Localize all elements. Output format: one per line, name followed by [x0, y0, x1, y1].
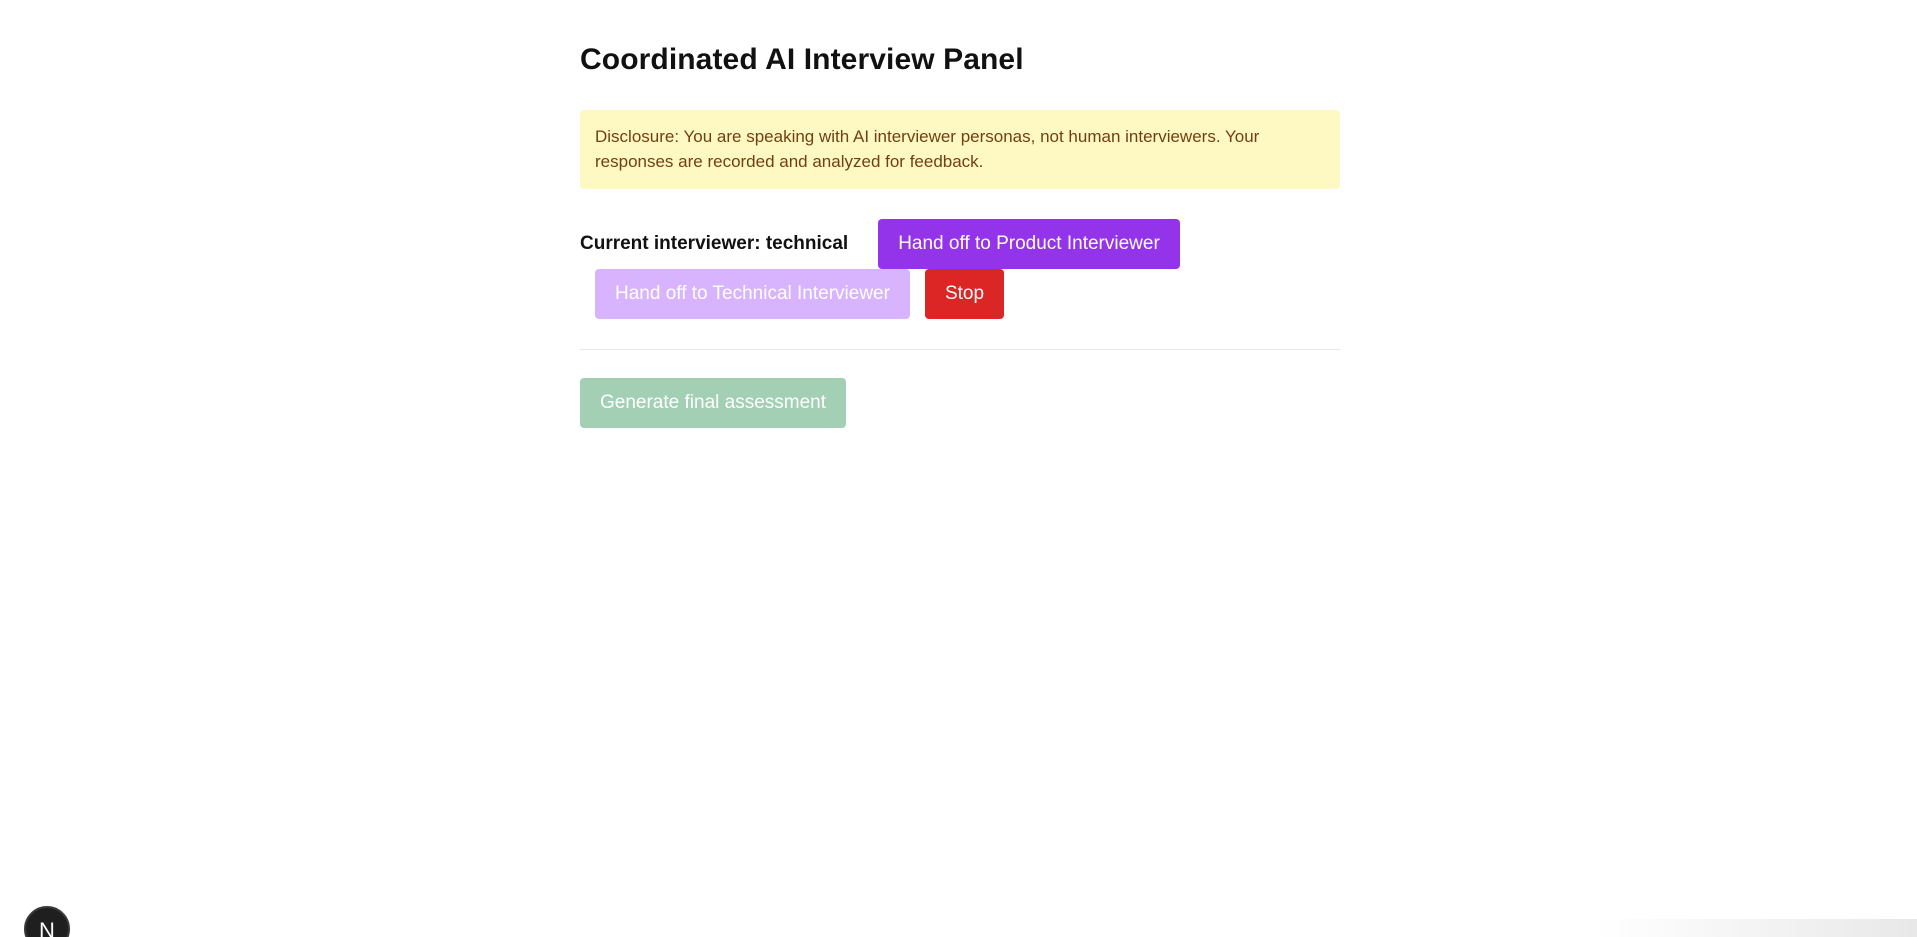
- section-divider: [580, 349, 1340, 350]
- corner-shadow: [1597, 919, 1917, 937]
- handoff-technical-button[interactable]: Hand off to Technical Interviewer: [595, 269, 910, 319]
- interviewer-controls: Current interviewer: technical Hand off …: [580, 219, 1200, 319]
- current-interviewer-label: Current interviewer: technical: [580, 233, 849, 254]
- dev-badge-letter: N: [39, 918, 55, 937]
- handoff-product-button[interactable]: Hand off to Product Interviewer: [878, 219, 1180, 269]
- disclosure-banner: Disclosure: You are speaking with AI int…: [580, 110, 1340, 189]
- stop-button[interactable]: Stop: [924, 269, 1005, 319]
- generate-assessment-button[interactable]: Generate final assessment: [580, 378, 847, 428]
- interview-panel: Coordinated AI Interview Panel Disclosur…: [580, 40, 1340, 428]
- page-title: Coordinated AI Interview Panel: [580, 43, 1024, 76]
- page: Coordinated AI Interview Panel Disclosur…: [0, 0, 1917, 937]
- nextjs-logo-icon[interactable]: N: [24, 906, 70, 937]
